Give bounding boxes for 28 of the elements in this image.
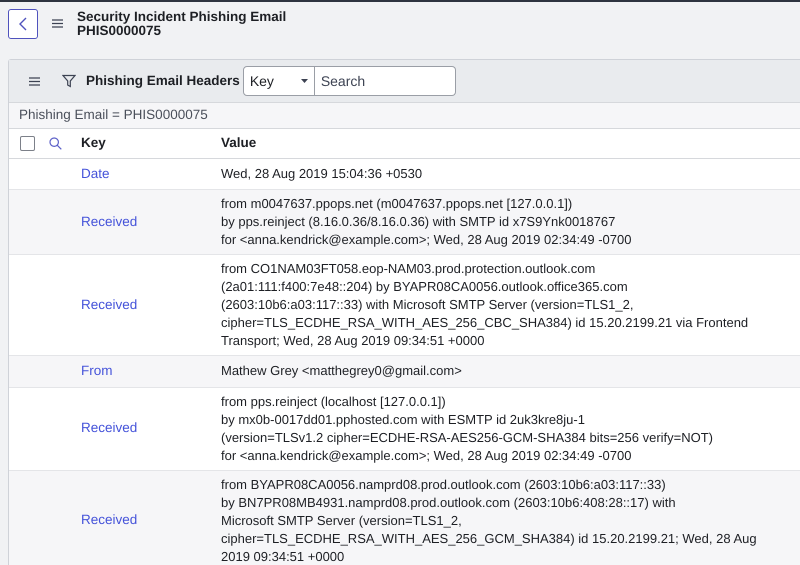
value-cell: from BYAPR08CA0056.namprd08.prod.outlook.com (2603:10b6:a03:117::33) by BN7PR08MB4931.namprd08.prod.outlook.com (2603:10b6:408:28::17) with Microsoft SMTP Server (version=TLS1_2, cipher=TLS_ECDHE_RSA_WITH_AES_256_GCM_SHA384) id 15.20.2199.21; Wed, 28 Aug 2019 09:34:51 +0000 — [221, 476, 757, 565]
back-icon — [19, 16, 27, 30]
caret-icon — [300, 79, 308, 83]
field-dropdown[interactable]: Key — [242, 66, 315, 96]
list-title: Phishing Email Headers — [86, 72, 240, 90]
value-cell: Mathew Grey <matthegrey0@gmail.com> — [221, 362, 462, 380]
column-header[interactable]: Key — [81, 133, 221, 154]
back-button[interactable] — [8, 8, 38, 38]
record-number: PHIS0000075 — [77, 24, 162, 38]
menu-icon[interactable] — [29, 76, 40, 86]
key-link[interactable]: From — [81, 361, 221, 382]
value-cell: from CO1NAM03FT058.eop-NAM03.prod.protection.outlook.com (2a01:111:f400:7e48::204) by BYAPR08CA0056.outlook.office365.com (2603:10b6:a03:117::33) with Microsoft SMTP Server (version=TLS1_2, cipher=TLS_ECDHE_RSA_WITH_AES_256_CBC_SHA384) id 15.20.2199.21 via Frontend Transport; Wed, 28 Aug 2019 09:34:51 +0000 — [221, 260, 748, 350]
key-link[interactable]: Received — [81, 510, 221, 531]
search-field[interactable]: Search — [314, 66, 456, 96]
search-icon[interactable] — [49, 137, 62, 150]
key-link[interactable]: Received — [81, 418, 221, 439]
value-cell: from m0047637.ppops.net (m0047637.ppops.net [127.0.0.1]) by pps.reinject (8.16.0.36/8.16.0.36) with SMTP id x7S9Ynk0018767 for <anna.kendrick@example.com>; Wed, 28 Aug 2019 02:34:49 -0700 — [221, 195, 632, 250]
key-link[interactable]: Date — [81, 164, 221, 184]
select-all-checkbox[interactable] — [20, 136, 35, 151]
filter-icon[interactable] — [62, 74, 76, 88]
menu-icon[interactable] — [52, 19, 63, 28]
key-link[interactable]: Received — [81, 295, 221, 316]
page-title: Security Incident Phishing Email — [77, 10, 286, 24]
filter-breadcrumb[interactable]: Phishing Email = PHIS0000075 — [19, 105, 208, 126]
value-cell: Wed, 28 Aug 2019 15:04:36 +0530 — [221, 165, 422, 184]
column-header[interactable]: Value — [221, 133, 256, 154]
key-link[interactable]: Received — [81, 212, 221, 232]
value-cell: from pps.reinject (localhost [127.0.0.1]) by mx0b-0017dd01.pphosted.com with ESMTP id 2uk3kre8ju-1 (version=TLSv1.2 cipher=ECDHE-RSA-AES256-GCM-SHA384 bits=256 verify=NOT) for <anna.kendrick@example.com>; Wed, 28 Aug 2019 02:34:49 -0700 — [221, 392, 714, 464]
